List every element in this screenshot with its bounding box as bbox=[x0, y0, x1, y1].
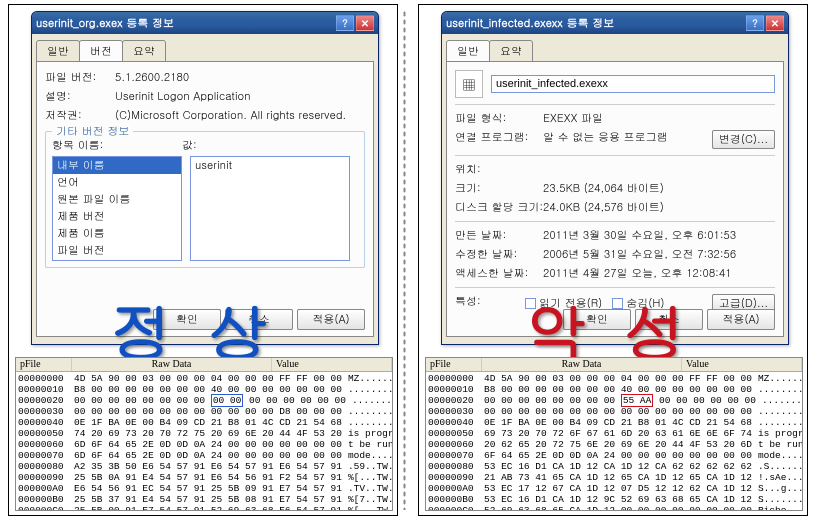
hex-row: 00000010B8 00 00 00 00 00 00 00 40 00 00… bbox=[18, 384, 390, 395]
other-version-info: 기타 버전 정보 항목 이름: 값: 내부 이름언어원본 파일 이름제품 버전제… bbox=[45, 131, 365, 268]
value-item: userinit bbox=[191, 157, 349, 174]
prop-label: 설명: bbox=[45, 89, 115, 104]
tab-0[interactable]: 일반 bbox=[36, 40, 80, 61]
list-item[interactable]: 회사 bbox=[53, 259, 181, 261]
col-item-name: 항목 이름: bbox=[52, 138, 182, 153]
hex-row: 000000706D 6F 64 65 2E 0D 0D 0A 24 00 00… bbox=[18, 450, 390, 461]
prop-label: 파일 형식: bbox=[455, 111, 543, 126]
hex-col-pfile: pFile bbox=[426, 358, 482, 371]
change-button[interactable]: 변경(C)... bbox=[712, 130, 775, 149]
titlebar[interactable]: userinit_org.exex 등록 정보 ? ✕ bbox=[32, 12, 378, 34]
hex-col-pfile: pFile bbox=[16, 358, 72, 371]
prop-label: 저작권: bbox=[45, 108, 115, 123]
hex-row: 0000008053 EC 16 D1 CA 1D 12 CA 1D 12 CA… bbox=[428, 461, 800, 472]
hex-row: 0000006020 62 65 20 72 75 6E 20 69 6E 20… bbox=[428, 439, 800, 450]
hex-col-value: Value bbox=[682, 358, 802, 371]
prop-value: 2011년 3월 30일 수요일, 오후 6:01:53 bbox=[543, 228, 775, 243]
hex-row: 00000010B8 00 00 00 00 00 00 00 40 00 00… bbox=[428, 384, 800, 395]
list-item[interactable]: 원본 파일 이름 bbox=[53, 191, 181, 208]
prop-label: 디스크 할당 크기: bbox=[455, 200, 543, 215]
prop-value: 2011년 4월 27일 오늘, 오후 12:08:41 bbox=[543, 266, 775, 281]
prop-value: 알 수 없는 응용 프로그램 bbox=[543, 130, 712, 149]
hex-row: 000000A0E6 54 56 91 EC 54 57 91 25 5B 09… bbox=[18, 483, 390, 494]
prop-value: Userinit Logon Application bbox=[115, 89, 365, 104]
hex-col-raw: Raw Data bbox=[482, 358, 682, 371]
hex-col-raw: Raw Data bbox=[72, 358, 272, 371]
hex-row: 000000004D 5A 90 00 03 00 00 00 04 00 00… bbox=[18, 373, 390, 384]
prop-value: 23.5KB (24,064 바이트) bbox=[543, 181, 775, 196]
hex-row: 000000706F 64 65 2E 0D 0D 0A 24 00 00 00… bbox=[428, 450, 800, 461]
hex-row: 0000002000 00 00 00 00 00 00 00 00 00 00… bbox=[18, 395, 390, 406]
hex-row: 0000005069 73 20 70 72 6F 67 61 6D 20 63… bbox=[428, 428, 800, 439]
close-button[interactable]: ✕ bbox=[356, 15, 374, 31]
list-item[interactable]: 파일 버전 bbox=[53, 242, 181, 259]
attrib-label: 특성: bbox=[455, 294, 525, 313]
prop-label: 위치: bbox=[455, 162, 543, 177]
list-item[interactable]: 제품 버전 bbox=[53, 208, 181, 225]
prop-value: 2006년 5월 31일 수요일, 오전 7:32:56 bbox=[543, 247, 775, 262]
prop-label: 액세스한 날짜: bbox=[455, 266, 543, 281]
titlebar[interactable]: userinit_infected.exexx 등록 정보 ? ✕ bbox=[442, 12, 788, 34]
close-button[interactable]: ✕ bbox=[766, 15, 784, 31]
hex-row: 000000400E 1F BA 0E 00 B4 09 CD 21 B8 01… bbox=[18, 417, 390, 428]
hex-row: 00000080A2 35 3B 50 E6 54 57 91 E6 54 57… bbox=[18, 461, 390, 472]
prop-value bbox=[543, 162, 775, 177]
hex-col-value: Value bbox=[272, 358, 392, 371]
hex-row: 000000B025 5B 37 91 E4 54 57 91 25 5B 08… bbox=[18, 494, 390, 505]
hex-viewer-left[interactable]: pFile Raw Data Value 000000004D 5A 90 00… bbox=[15, 357, 393, 511]
list-item[interactable]: 제품 이름 bbox=[53, 225, 181, 242]
prop-label: 만든 날짜: bbox=[455, 228, 543, 243]
apply-button[interactable]: 적용(A) bbox=[707, 309, 775, 330]
help-button[interactable]: ? bbox=[336, 15, 354, 31]
col-value: 값: bbox=[182, 138, 342, 153]
hex-row: 0000009025 5B 0A 91 E4 54 57 91 E6 54 56… bbox=[18, 472, 390, 483]
hex-row: 000000400E 1F BA 0E 00 B4 09 CD 21 B8 01… bbox=[428, 417, 800, 428]
hex-row: 000000C052 69 63 68 65 CA 1D 12 00 00 00… bbox=[428, 505, 800, 511]
hex-viewer-right[interactable]: pFile Raw Data Value 000000004D 5A 90 00… bbox=[425, 357, 803, 511]
hex-row: 0000003000 00 00 00 00 00 00 00 00 00 00… bbox=[18, 406, 390, 417]
prop-value: (C)Microsoft Corporation. All rights res… bbox=[115, 108, 365, 123]
hex-row: 000000606D 6F 64 65 2E 0D 0D 0A 24 00 00… bbox=[18, 439, 390, 450]
hex-row: 0000005074 20 69 73 20 70 72 75 20 69 6E… bbox=[18, 428, 390, 439]
file-icon: ▦ bbox=[455, 70, 483, 98]
item-listbox[interactable]: 내부 이름언어원본 파일 이름제품 버전제품 이름파일 버전회사 bbox=[52, 156, 182, 261]
prop-label: 크기: bbox=[455, 181, 543, 196]
tab-1[interactable]: 요약 bbox=[489, 40, 533, 61]
prop-value: EXEXX 파일 bbox=[543, 111, 775, 126]
list-item[interactable]: 언어 bbox=[53, 174, 181, 191]
hex-row: 000000A053 EC 17 12 67 CA 1D 12 07 D5 12… bbox=[428, 483, 800, 494]
hex-row: 0000002000 00 00 00 00 00 00 00 55 AA 00… bbox=[428, 395, 800, 406]
hex-row: 000000C025 5B 00 91 E7 54 57 91 52 69 63… bbox=[18, 505, 390, 511]
window-title: userinit_org.exex 등록 정보 bbox=[36, 16, 334, 31]
prop-label: 수정한 날짜: bbox=[455, 247, 543, 262]
fieldset-legend: 기타 버전 정보 bbox=[52, 124, 133, 139]
hex-row: 0000003000 00 00 00 00 00 00 00 00 00 00… bbox=[428, 406, 800, 417]
tab-2[interactable]: 요약 bbox=[122, 40, 166, 61]
window-title: userinit_infected.exexx 등록 정보 bbox=[446, 16, 744, 31]
hex-row: 000000B053 EC 16 D1 CA 1D 12 9C 52 69 63… bbox=[428, 494, 800, 505]
prop-label: 파일 버전: bbox=[45, 70, 115, 85]
hex-row: 0000009021 AB 73 41 65 CA 1D 12 65 CA 1D… bbox=[428, 472, 800, 483]
help-button[interactable]: ? bbox=[746, 15, 764, 31]
tab-1[interactable]: 버전 bbox=[79, 40, 123, 61]
prop-value: 24.0KB (24,576 바이트) bbox=[543, 200, 775, 215]
apply-button[interactable]: 적용(A) bbox=[297, 309, 365, 330]
prop-value: 5.1.2600.2180 bbox=[115, 70, 365, 85]
filename-input[interactable] bbox=[491, 75, 775, 93]
list-item[interactable]: 내부 이름 bbox=[53, 157, 181, 174]
value-listbox[interactable]: userinit bbox=[190, 156, 350, 261]
hex-row: 000000004D 5A 90 00 03 00 00 00 04 00 00… bbox=[428, 373, 800, 384]
prop-label: 연결 프로그램: bbox=[455, 130, 543, 149]
tab-0[interactable]: 일반 bbox=[446, 40, 490, 61]
